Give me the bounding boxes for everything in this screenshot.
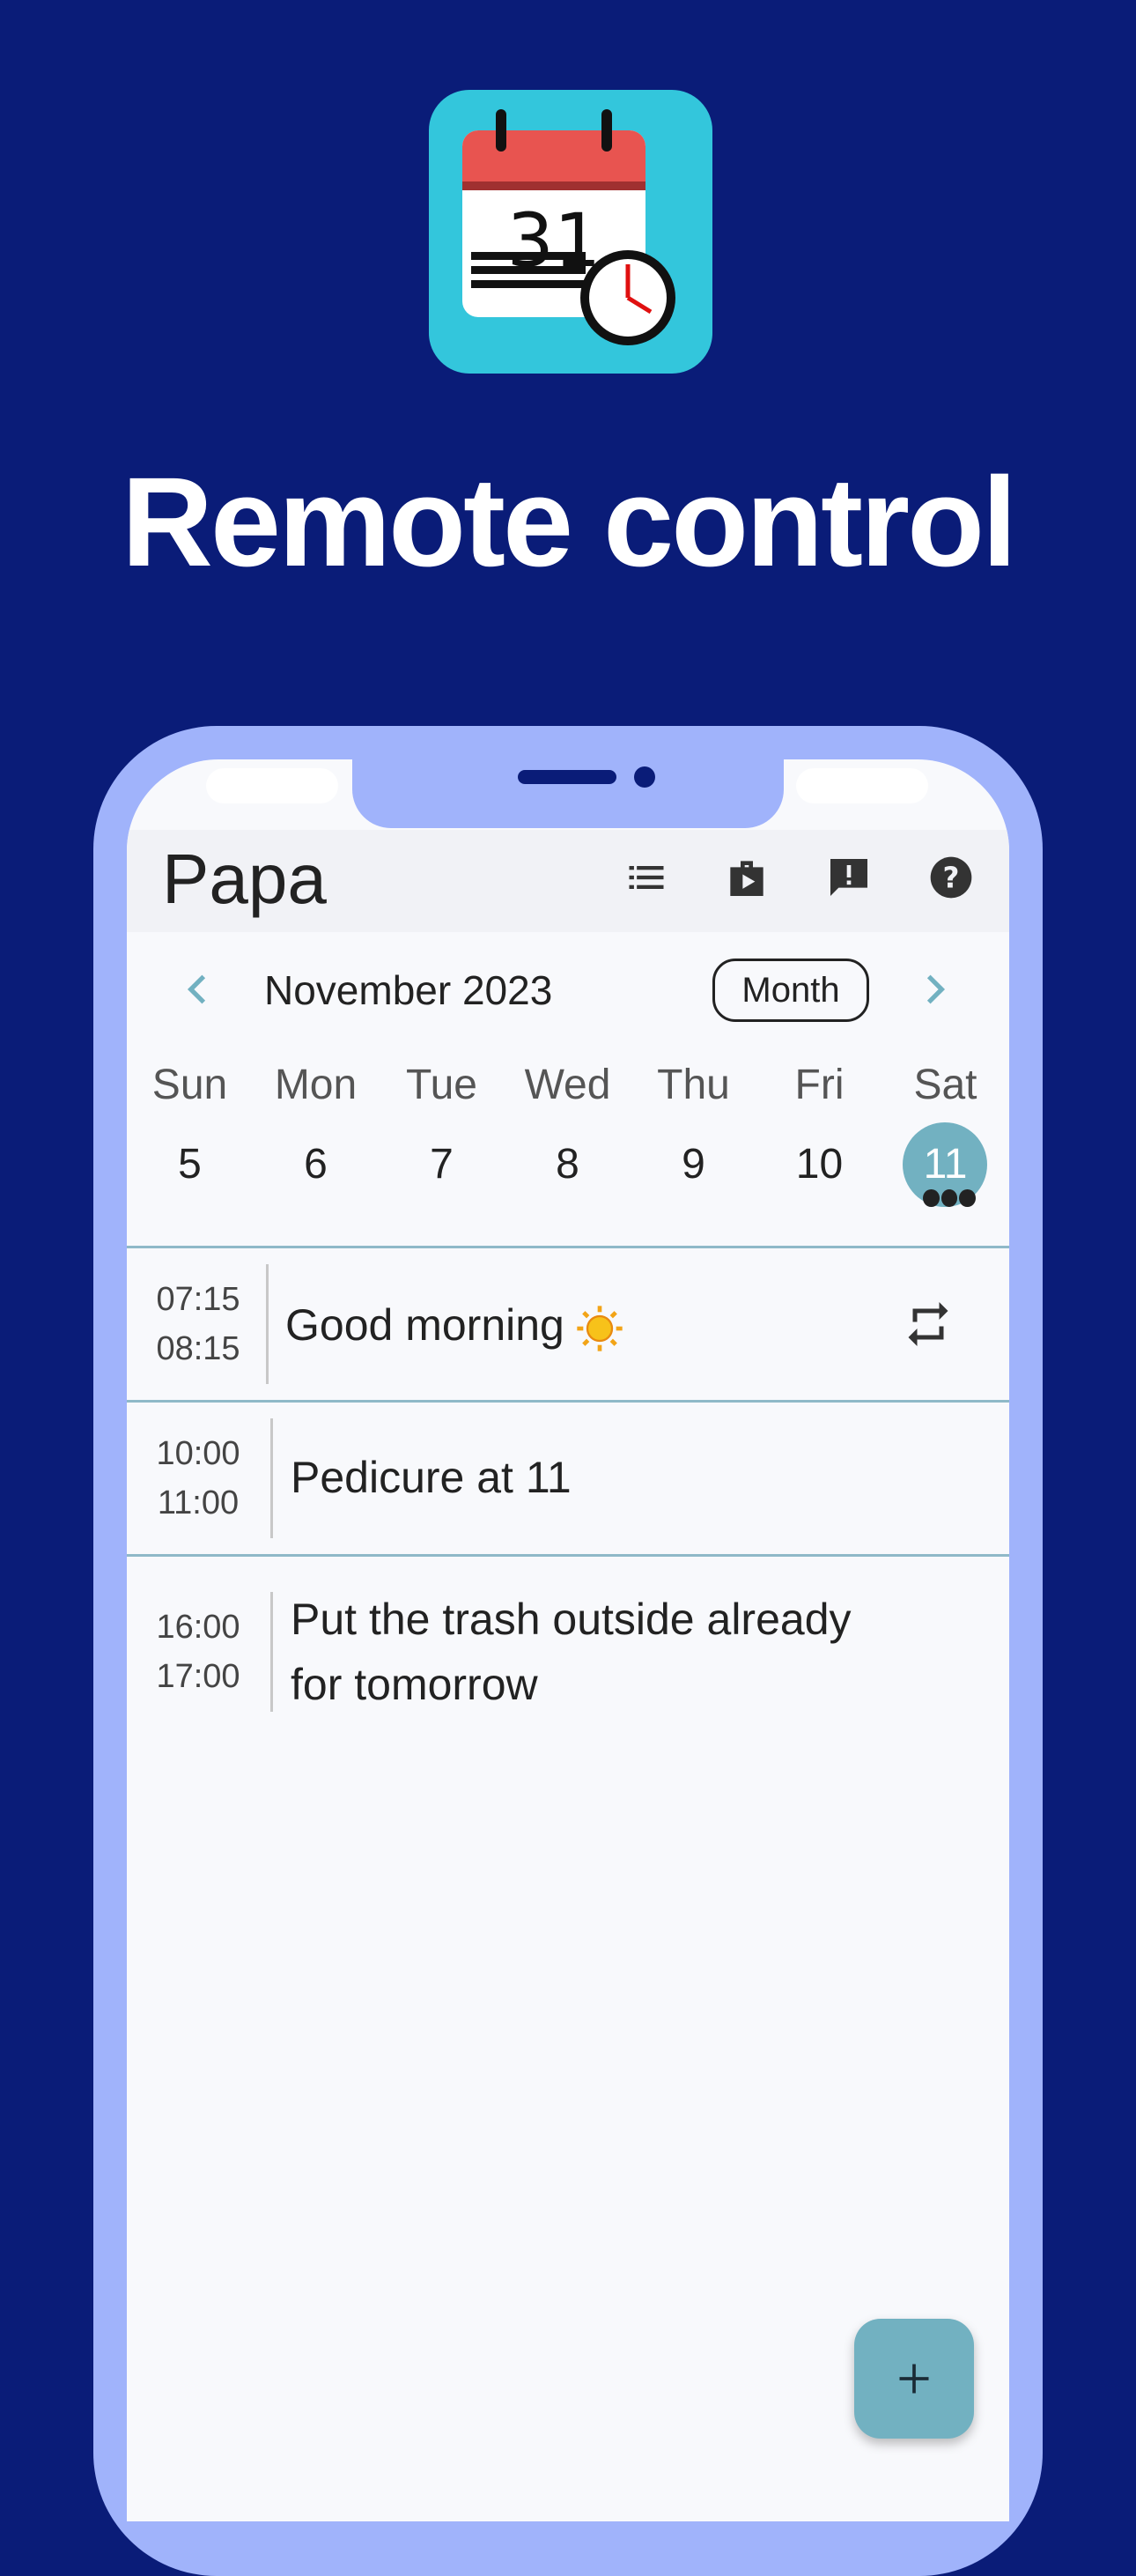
play-store-icon [730, 861, 763, 896]
chevron-right-icon[interactable] [912, 967, 956, 1011]
day-name: Wed [524, 1062, 611, 1108]
event-time: 10:00 11:00 [127, 1429, 269, 1528]
event-list: 07:15 08:15 Good morning 10:00 11:00 Ped… [127, 1246, 1009, 1751]
day-mon[interactable]: Mon 6 [253, 1059, 379, 1200]
list-item[interactable]: 10:00 11:00 Pedicure at 11 [127, 1400, 1009, 1554]
month-navigation: November 2023 Month [127, 932, 1009, 1047]
phone-notch [352, 759, 784, 828]
day-number: 7 [430, 1141, 454, 1188]
feedback-icon [830, 859, 867, 896]
event-title-line: for tomorrow [291, 1660, 538, 1709]
page-headline: Remote control [121, 451, 1017, 593]
event-start-time: 16:00 [156, 1609, 240, 1646]
event-time: 16:00 17:00 [127, 1603, 269, 1701]
day-sat-selected[interactable]: Sat 11 [882, 1059, 1008, 1207]
help-button[interactable]: ? [925, 851, 977, 904]
day-name: Mon [274, 1062, 358, 1108]
event-end-time: 17:00 [156, 1658, 240, 1695]
event-dots-indicator [923, 1189, 977, 1209]
day-number: 11 [923, 1141, 968, 1188]
event-start-time: 10:00 [156, 1435, 240, 1472]
week-strip: Sun 5 Mon 6 Tue 7 Wed 8 Thu 9 Fri 10 Sat… [127, 1059, 1009, 1207]
repeat-icon[interactable] [902, 1298, 955, 1351]
event-start-time: 07:15 [156, 1281, 240, 1318]
day-sun[interactable]: Sun 5 [127, 1059, 253, 1200]
status-bar-right [796, 768, 928, 803]
event-time: 07:15 08:15 [127, 1275, 269, 1373]
app-bar: Papa ? [127, 830, 1009, 932]
list-button[interactable] [620, 851, 673, 904]
event-title: Good morning [285, 1292, 624, 1358]
day-name: Thu [657, 1062, 730, 1108]
day-number: 10 [795, 1141, 844, 1188]
month-view-button[interactable]: Month [712, 959, 869, 1022]
day-number: 9 [682, 1141, 705, 1188]
app-icon: 31 [429, 90, 712, 374]
camera [634, 766, 655, 788]
day-thu[interactable]: Thu 9 [631, 1059, 756, 1200]
day-fri[interactable]: Fri 10 [756, 1059, 882, 1200]
app-title: Papa [162, 840, 327, 918]
svg-text:?: ? [943, 862, 960, 895]
day-number: 6 [304, 1141, 328, 1188]
day-name: Tue [406, 1062, 477, 1108]
day-number: 8 [556, 1141, 579, 1188]
divider [270, 1418, 273, 1538]
event-title-line: Put the trash outside already [291, 1595, 852, 1644]
list-item[interactable]: 07:15 08:15 Good morning [127, 1246, 1009, 1400]
list-item[interactable]: 16:00 17:00 Put the trash outside alread… [127, 1554, 1009, 1751]
sun-icon [577, 1306, 623, 1351]
divider [270, 1592, 273, 1712]
month-label: November 2023 [264, 967, 553, 1013]
event-title: Put the trash outside already for tomorr… [291, 1587, 852, 1717]
status-bar-left [206, 768, 338, 803]
event-end-time: 08:15 [156, 1330, 240, 1367]
day-name: Sun [151, 1062, 228, 1108]
calendar-clock-icon: 31 [462, 109, 675, 345]
chevron-left-icon[interactable] [176, 967, 220, 1011]
plus-icon [899, 2364, 929, 2394]
event-title-text: Good morning [285, 1300, 564, 1350]
add-event-button[interactable] [854, 2319, 974, 2439]
divider [266, 1264, 269, 1384]
day-wed[interactable]: Wed 8 [505, 1059, 631, 1200]
list-icon [629, 866, 664, 889]
event-title: Pedicure at 11 [291, 1453, 572, 1502]
day-name: Fri [794, 1062, 845, 1108]
day-name: Sat [913, 1062, 977, 1108]
event-end-time: 11:00 [157, 1484, 240, 1521]
store-button[interactable] [720, 851, 773, 904]
help-icon: ? [930, 856, 972, 899]
phone-screen: Papa ? November 2023 Month Sun 5 Mon 6 T… [127, 759, 1009, 2521]
speaker [518, 770, 616, 784]
feedback-button[interactable] [822, 851, 875, 904]
day-number: 5 [178, 1141, 202, 1188]
day-tue[interactable]: Tue 7 [379, 1059, 505, 1200]
